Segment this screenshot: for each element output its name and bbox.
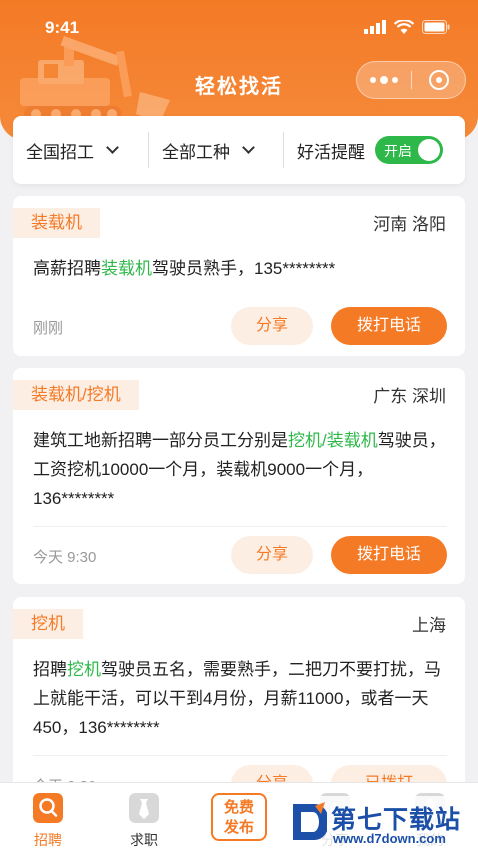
job-alert-setting: 好活提醒 开启 <box>283 132 465 168</box>
job-description: 高薪招聘装载机驾驶员熟手，135******** <box>33 259 336 278</box>
job-description: 建筑工地新招聘一部分员工分别是挖机/装载机驾驶员，工资挖机10000一个月，装载… <box>33 431 446 508</box>
job-type-tag: 装载机 <box>13 208 100 238</box>
call-button[interactable]: 拨打电话 <box>331 307 447 345</box>
battery-icon <box>422 20 450 34</box>
job-location: 广东 深圳 <box>373 387 446 406</box>
region-filter[interactable]: 全国招工 <box>13 132 148 168</box>
post-time: 刚刚 <box>33 320 64 337</box>
status-time: 9:41 <box>45 18 80 37</box>
mini-program-capsule <box>356 61 466 99</box>
tab-recruit[interactable]: 招聘 <box>0 783 96 850</box>
job-type-tag: 装载机/挖机 <box>13 380 139 410</box>
card-divider <box>33 526 447 527</box>
post-time: 今天 9:30 <box>33 549 97 566</box>
job-description: 招聘挖机驾驶员五名，需要熟手，二把刀不要打扰，马上就能干活，可以干到4月份，月薪… <box>33 660 441 737</box>
tab-recruit-label: 招聘 <box>34 832 62 848</box>
trade-filter-label: 全部工种 <box>162 142 230 162</box>
post-free-button: 免费 发布 <box>211 793 267 841</box>
more-menu-icon[interactable] <box>357 62 411 98</box>
job-card[interactable]: 装载机/挖机 广东 深圳 建筑工地新招聘一部分员工分别是挖机/装载机驾驶员，工资… <box>13 368 465 584</box>
highlighted-keyword: 挖机/装载机 <box>288 431 378 450</box>
post-free-line1: 免费 <box>223 799 254 816</box>
toggle-knob <box>418 139 440 161</box>
call-button[interactable]: 拨打电话 <box>331 536 447 574</box>
highlighted-keyword: 装载机 <box>101 259 152 278</box>
trade-filter[interactable]: 全部工种 <box>148 132 283 168</box>
job-location: 河南 洛阳 <box>373 215 446 234</box>
watermark-url: www.d7down.com <box>333 831 446 846</box>
toggle-label: 开启 <box>384 143 412 159</box>
tab-apply[interactable]: 求职 <box>96 783 192 850</box>
tab-apply-label: 求职 <box>130 832 158 848</box>
status-icons <box>364 20 450 34</box>
post-free-line2: 发布 <box>223 819 254 836</box>
tab-post-free[interactable]: 免费 发布 <box>191 783 287 850</box>
job-type-tag: 挖机 <box>13 609 83 639</box>
region-filter-label: 全国招工 <box>26 142 94 162</box>
share-button[interactable]: 分享 <box>231 307 313 345</box>
filter-bar: 全国招工 全部工种 好活提醒 开启 <box>13 116 465 184</box>
watermark-logo-icon <box>293 802 327 840</box>
job-card[interactable]: 装载机 河南 洛阳 高薪招聘装载机驾驶员熟手，135******** 刚刚 分享… <box>13 196 465 356</box>
job-location: 上海 <box>412 616 446 635</box>
chevron-down-icon <box>242 141 255 154</box>
signal-icon <box>364 20 386 34</box>
job-alert-toggle[interactable]: 开启 <box>375 136 443 164</box>
site-watermark: 第七下载站 www.d7down.com <box>283 796 478 850</box>
job-card[interactable]: 挖机 上海 招聘挖机驾驶员五名，需要熟手，二把刀不要打扰，马上就能干活，可以干到… <box>13 597 465 797</box>
job-alert-label: 好活提醒 <box>297 142 365 162</box>
share-button[interactable]: 分享 <box>231 536 313 574</box>
status-bar: 9:41 <box>0 18 478 44</box>
tie-icon <box>129 793 159 823</box>
close-mini-program-icon[interactable] <box>412 62 465 98</box>
highlighted-keyword: 挖机 <box>67 660 101 679</box>
chevron-down-icon <box>106 141 119 154</box>
search-icon <box>33 793 63 823</box>
wifi-icon <box>394 20 414 34</box>
card-divider <box>33 755 447 756</box>
